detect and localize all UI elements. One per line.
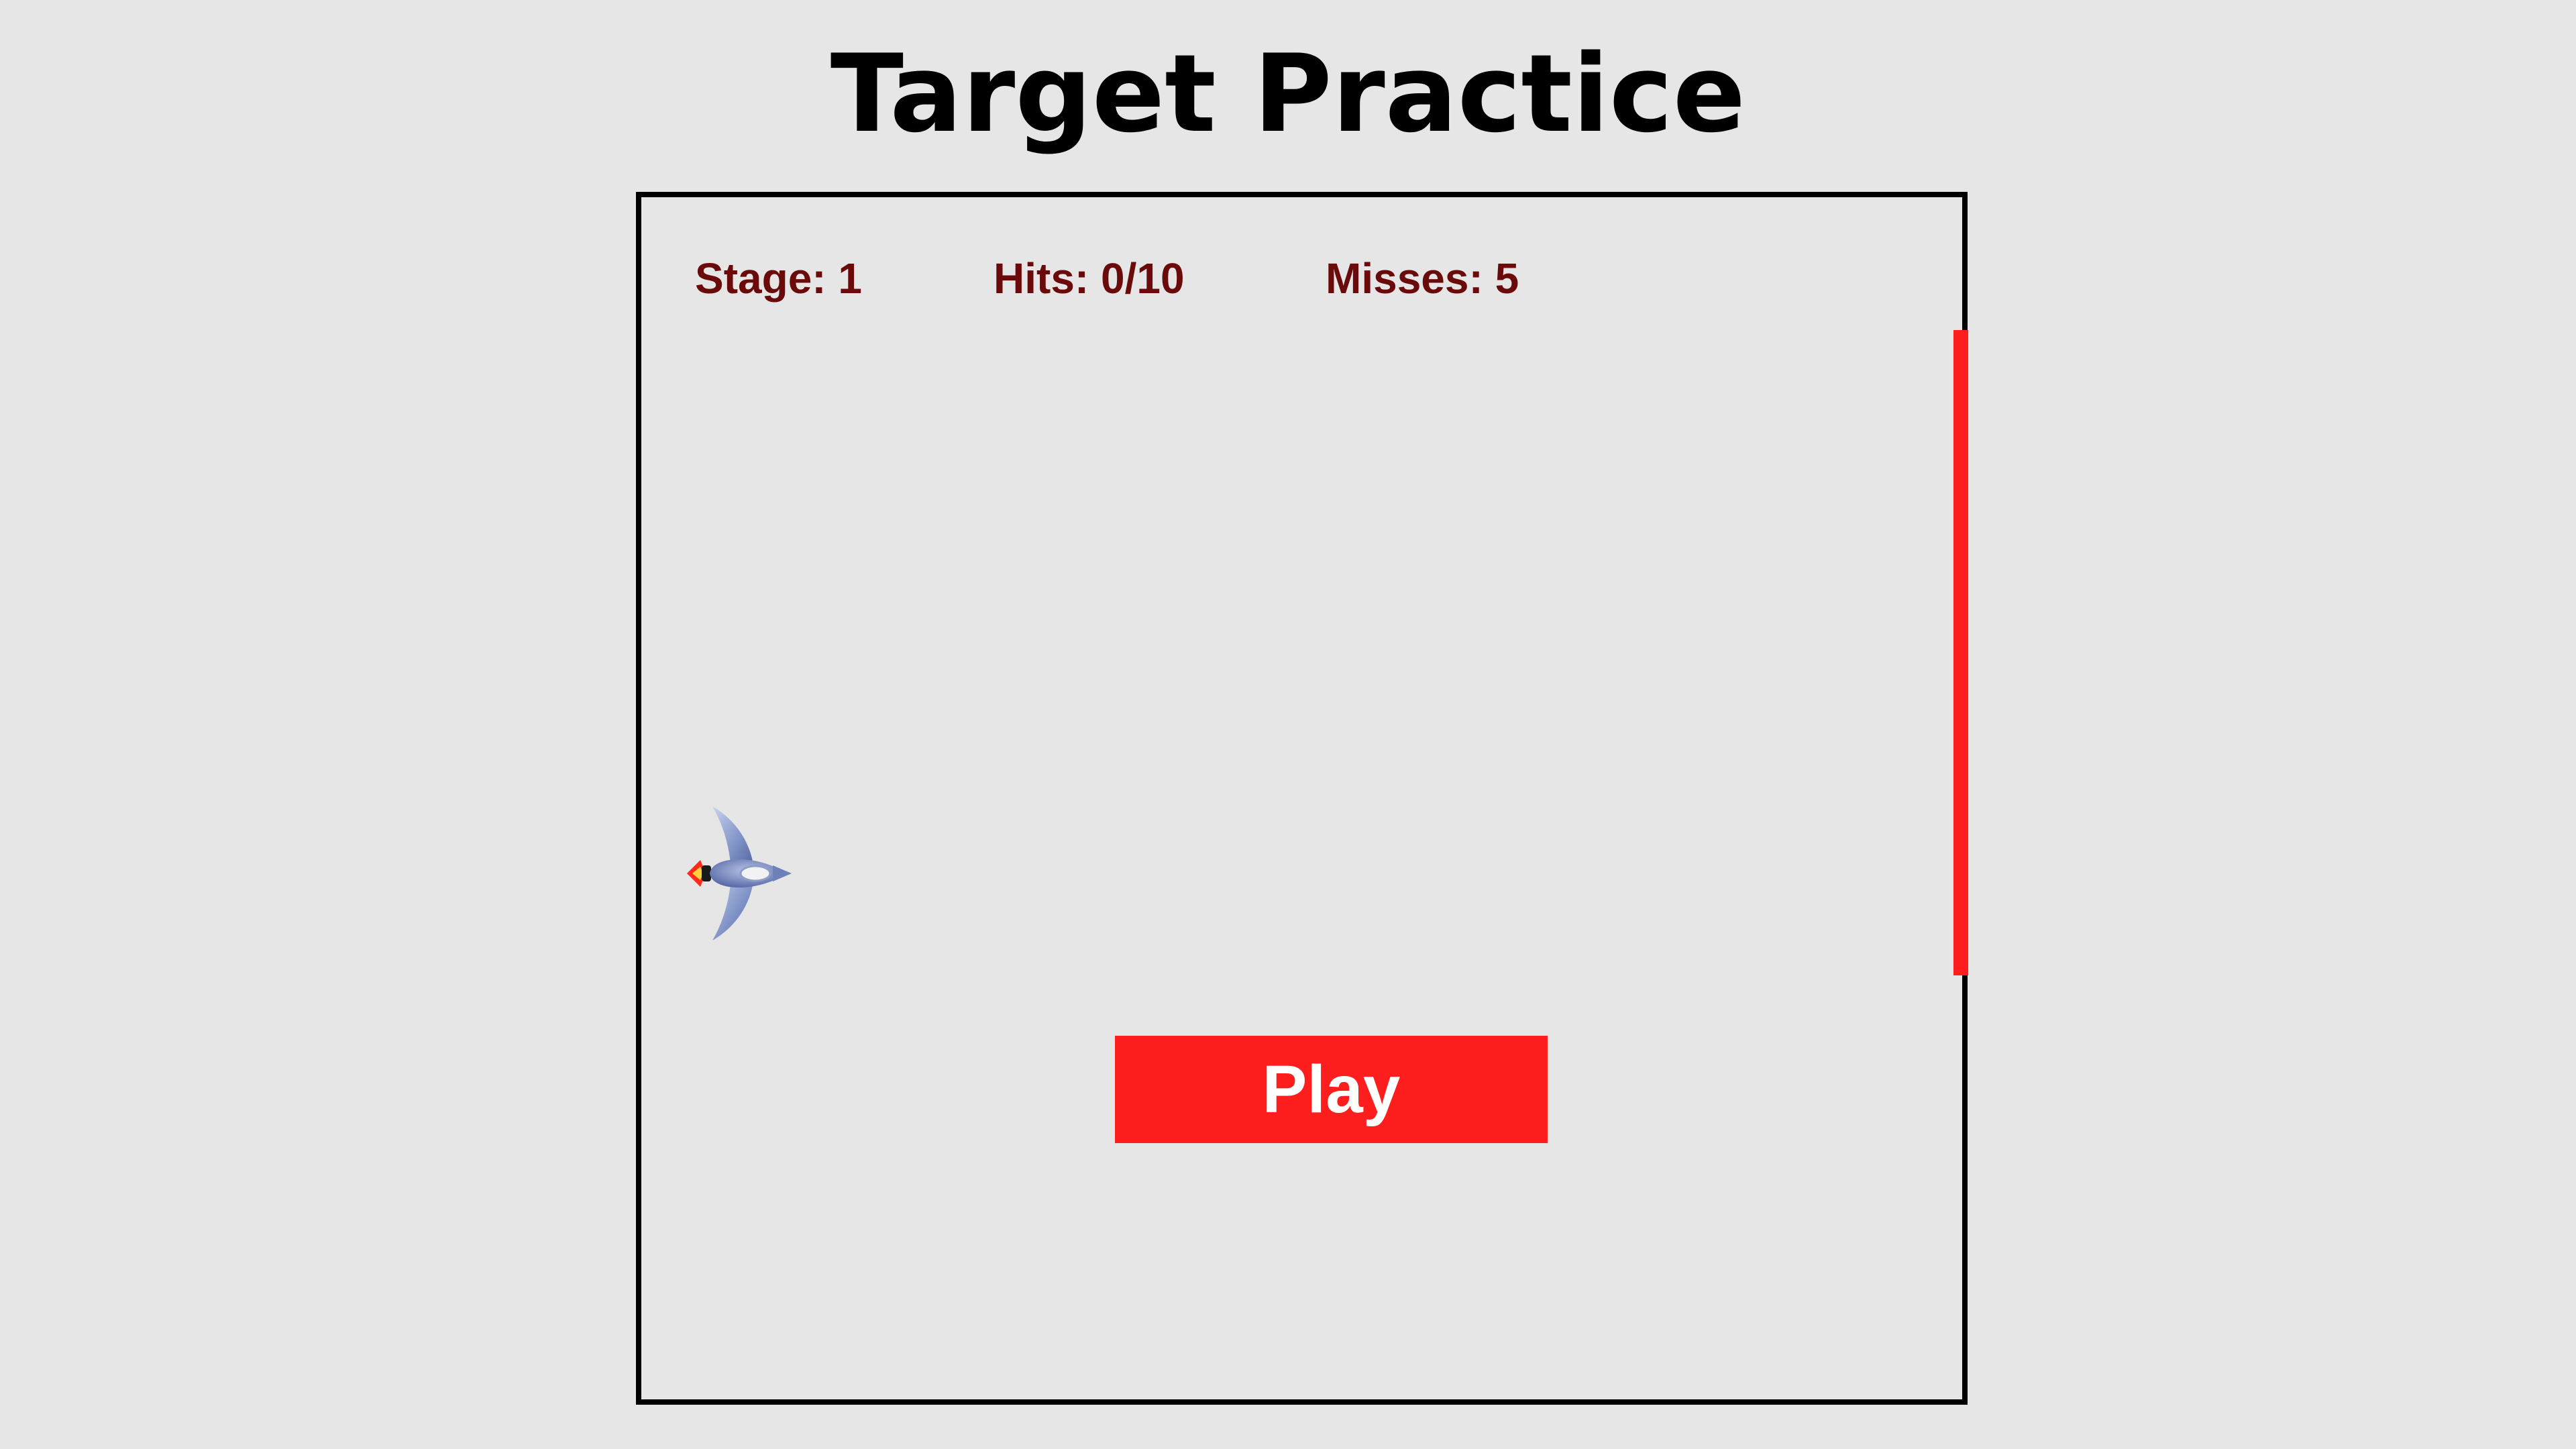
hits-counter: Hits: 0/10 (994, 254, 1185, 303)
play-button[interactable]: Play (1115, 1036, 1548, 1143)
stage-counter: Stage: 1 (695, 254, 862, 303)
spaceship-icon (687, 806, 792, 941)
target-bar (1953, 330, 1968, 975)
page-title: Target Practice (830, 31, 1746, 156)
misses-counter: Misses: 5 (1326, 254, 1519, 303)
game-canvas[interactable]: Stage: 1 Hits: 0/10 Misses: 5 Play (636, 192, 1968, 1405)
